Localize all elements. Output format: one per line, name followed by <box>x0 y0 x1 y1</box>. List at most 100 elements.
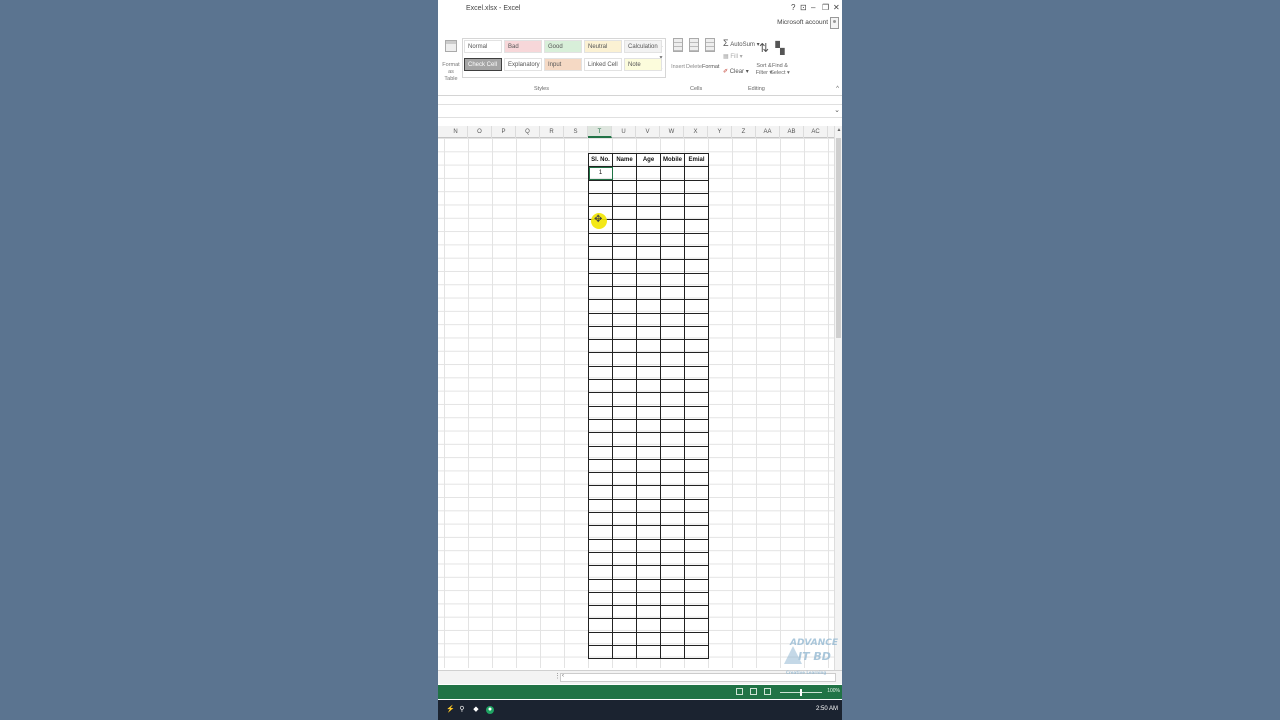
table-cell[interactable] <box>588 498 613 514</box>
restore-button[interactable]: ❐ <box>822 3 829 12</box>
table-cell[interactable] <box>612 352 637 367</box>
table-cell[interactable] <box>636 498 661 514</box>
header-age[interactable]: Age <box>636 152 661 168</box>
table-cell[interactable] <box>612 179 637 194</box>
table-cell[interactable] <box>588 445 613 460</box>
page-layout-view-icon[interactable] <box>750 688 757 695</box>
style-normal[interactable]: Normal <box>464 40 502 53</box>
table-cell[interactable] <box>612 379 637 394</box>
table-cell[interactable] <box>684 312 709 327</box>
table-cell[interactable] <box>588 325 613 341</box>
cell-styles-gallery[interactable]: ▲▼▾ NormalBadGoodNeutralCalculationCheck… <box>462 38 666 78</box>
vertical-scrollbar[interactable]: ▲ <box>834 126 842 670</box>
table-cell[interactable] <box>588 472 613 487</box>
table-cell[interactable] <box>636 445 661 460</box>
table-cell[interactable] <box>684 591 709 607</box>
table-cell[interactable] <box>612 565 637 580</box>
table-cell[interactable] <box>636 352 661 367</box>
table-cell[interactable] <box>588 246 613 261</box>
table-cell[interactable] <box>660 578 685 593</box>
table-cell[interactable] <box>684 498 709 514</box>
table-cell[interactable] <box>660 192 685 208</box>
table-cell[interactable] <box>612 246 637 261</box>
table-cell[interactable] <box>660 365 685 381</box>
table-cell[interactable] <box>612 498 637 514</box>
table-cell[interactable] <box>684 631 709 646</box>
header-sl-no[interactable]: Sl. No. <box>588 152 613 168</box>
table-cell[interactable] <box>660 352 685 367</box>
table-cell[interactable] <box>612 631 637 646</box>
table-cell[interactable] <box>636 458 661 474</box>
column-header-r[interactable]: R <box>540 126 564 138</box>
table-cell[interactable] <box>612 591 637 607</box>
header-mobile[interactable]: Mobile <box>660 152 685 168</box>
scroll-left-icon[interactable]: ‹ <box>562 673 564 679</box>
table-cell[interactable] <box>684 166 709 181</box>
avatar[interactable] <box>830 17 839 29</box>
table-cell[interactable] <box>588 525 613 540</box>
chrome-icon[interactable]: ● <box>486 706 494 714</box>
table-cell[interactable] <box>612 578 637 593</box>
table-cell[interactable] <box>684 365 709 381</box>
table-cell[interactable] <box>612 485 637 500</box>
table-cell[interactable] <box>660 591 685 607</box>
table-cell[interactable] <box>588 339 613 354</box>
table-cell[interactable] <box>636 605 661 620</box>
table-cell[interactable] <box>588 458 613 474</box>
table-cell[interactable] <box>684 458 709 474</box>
format-button[interactable]: Format <box>702 38 719 70</box>
table-cell[interactable] <box>588 365 613 381</box>
delete-button[interactable]: Delete <box>686 38 702 70</box>
table-cell[interactable] <box>636 312 661 327</box>
table-cell[interactable] <box>684 485 709 500</box>
column-header-aa[interactable]: AA <box>756 126 780 138</box>
table-cell[interactable] <box>684 551 709 567</box>
table-cell[interactable] <box>588 578 613 593</box>
table-cell[interactable] <box>612 166 637 181</box>
table-cell[interactable] <box>636 565 661 580</box>
table-cell[interactable] <box>588 618 613 633</box>
header-email[interactable]: Emial <box>684 152 709 168</box>
table-cell[interactable] <box>636 538 661 553</box>
table-cell[interactable] <box>684 206 709 221</box>
table-cell[interactable] <box>588 644 613 660</box>
table-cell[interactable] <box>636 644 661 660</box>
table-cell[interactable] <box>684 246 709 261</box>
fill-button[interactable]: ▦ Fill ▾ <box>723 53 743 60</box>
table-cell[interactable] <box>612 605 637 620</box>
table-cell[interactable] <box>660 299 685 314</box>
column-header-ac[interactable]: AC <box>804 126 828 138</box>
table-cell[interactable] <box>660 206 685 221</box>
table-cell[interactable] <box>636 578 661 593</box>
minimize-button[interactable]: – <box>811 3 815 12</box>
style-explanatory[interactable]: Explanatory ... <box>504 58 542 71</box>
format-as-table-button[interactable]: Format as Table <box>440 40 462 83</box>
table-cell[interactable] <box>660 325 685 341</box>
table-cell[interactable] <box>588 631 613 646</box>
find-select-button[interactable]: ▚ Find & Select ▾ <box>770 40 790 78</box>
table-cell[interactable] <box>660 551 685 567</box>
table-cell[interactable] <box>636 512 661 527</box>
table-cell[interactable] <box>636 379 661 394</box>
table-cell[interactable] <box>660 339 685 354</box>
table-cell[interactable] <box>660 538 685 553</box>
table-cell[interactable] <box>636 618 661 633</box>
table-cell[interactable] <box>612 206 637 221</box>
table-cell[interactable] <box>588 312 613 327</box>
table-cell[interactable] <box>588 192 613 208</box>
column-header-p[interactable]: P <box>492 126 516 138</box>
clear-button[interactable]: ✐ Clear ▾ <box>723 68 749 75</box>
table-cell[interactable] <box>660 379 685 394</box>
table-cell[interactable] <box>588 605 613 620</box>
table-cell[interactable] <box>612 232 637 248</box>
formula-bar[interactable]: ⌄ <box>438 104 842 118</box>
table-cell[interactable] <box>612 618 637 633</box>
table-cell[interactable] <box>636 392 661 407</box>
active-cell[interactable]: 1 <box>588 166 613 181</box>
table-cell[interactable] <box>588 379 613 394</box>
table-cell[interactable] <box>660 219 685 234</box>
close-button[interactable]: ✕ <box>833 3 840 12</box>
table-cell[interactable] <box>684 445 709 460</box>
table-cell[interactable] <box>684 618 709 633</box>
table-cell[interactable] <box>636 418 661 434</box>
